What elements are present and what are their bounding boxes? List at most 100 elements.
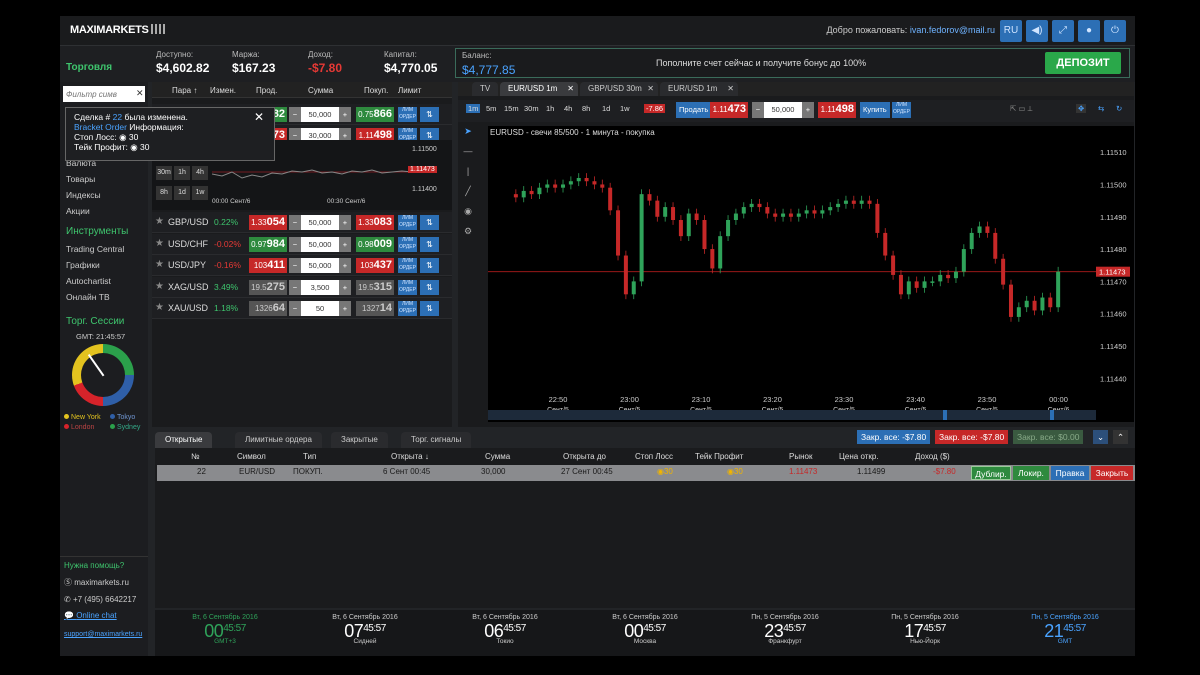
pos-stop-loss[interactable]: ◉30 xyxy=(657,467,673,476)
buy-price-button[interactable]: 1.33083 xyxy=(356,215,394,230)
mini-tf-1w[interactable]: 1w xyxy=(192,186,208,200)
online-chat-link[interactable]: 💬 Online chat xyxy=(64,611,117,620)
close-notification-icon[interactable]: ✕ xyxy=(254,110,264,124)
favorite-star-icon[interactable]: ★ xyxy=(155,238,164,249)
support-email-link[interactable]: support@maximarkets.ru xyxy=(64,631,142,638)
close-all-zero-button[interactable]: Закр. все: $0.00 xyxy=(1013,430,1084,444)
tf-30m[interactable]: 30m xyxy=(524,104,539,113)
mini-tf-8h[interactable]: 8h xyxy=(156,186,172,200)
tab-open-positions[interactable]: Открытые xyxy=(155,432,213,448)
col-stop-loss[interactable]: Стоп Лосс xyxy=(635,452,673,461)
mini-tf-30m[interactable]: 30m xyxy=(156,166,172,180)
limit-order-button[interactable]: ЛИМ ОРДЕР xyxy=(398,301,417,316)
mini-tf-1h[interactable]: 1h xyxy=(174,166,190,180)
buy-price-button[interactable]: 103437 xyxy=(356,258,394,273)
limit-order-button[interactable]: ЛИМ ОРДЕР xyxy=(398,258,417,273)
fullscreen-icon[interactable]: ⤢ xyxy=(1052,20,1074,42)
sidebar-item-charts[interactable]: Графики xyxy=(66,260,100,270)
buy-price-button[interactable]: 0.98009 xyxy=(356,236,394,252)
mini-tf-4h[interactable]: 4h xyxy=(192,166,208,180)
limit-order-button[interactable]: ЛИМ ОРДЕР xyxy=(398,236,417,252)
alert-icon[interactable]: ⇅ xyxy=(420,107,439,122)
amount-stepper[interactable]: −50,000 + xyxy=(289,258,351,273)
limit-order-button[interactable]: ЛИМ ОРДЕР xyxy=(398,107,417,122)
alert-icon[interactable]: ⇅ xyxy=(420,279,439,295)
amount-stepper[interactable]: −50,000 + xyxy=(289,107,351,122)
sound-icon[interactable]: ◀) xyxy=(1026,20,1048,42)
navigator-left-handle[interactable] xyxy=(943,410,947,420)
horizontal-line-icon[interactable]: — xyxy=(462,146,474,158)
sell-price-button[interactable]: 103411 xyxy=(249,258,287,273)
chart-buy-price-button[interactable]: 1.11498 xyxy=(818,102,856,118)
amount-stepper[interactable]: −50,000 + xyxy=(289,215,351,230)
alert-icon[interactable]: ⇅ xyxy=(420,215,439,230)
col-limit[interactable]: Лимит xyxy=(398,86,421,95)
tab-tv[interactable]: TV xyxy=(472,82,499,96)
quote-row[interactable]: ★ XAU/USD 1.18% 132664−50 + 132714 ЛИМ ОРДЕР ⇅ xyxy=(152,298,452,319)
language-button[interactable]: RU xyxy=(1000,20,1022,42)
sidebar-item-stocks[interactable]: Акции xyxy=(66,206,90,216)
refresh-icon[interactable]: ↻ xyxy=(1116,104,1122,113)
candlestick-chart[interactable]: EURUSD - свечи 85/500 - 1 минута - покуп… xyxy=(488,126,1134,422)
crosshair-icon[interactable]: ✥ xyxy=(1076,104,1087,113)
col-profit[interactable]: Доход ($) xyxy=(915,452,950,461)
tab-gbpusd-30m[interactable]: GBP/USD 30m ✕ xyxy=(580,82,658,96)
amount-stepper[interactable]: −50 + xyxy=(289,301,351,316)
sell-price-button[interactable]: 19.5275 xyxy=(249,279,287,295)
tf-1m[interactable]: 1m xyxy=(466,104,481,113)
col-market[interactable]: Рынок xyxy=(789,452,812,461)
chart-navigator[interactable] xyxy=(488,410,1096,420)
tf-1w[interactable]: 1w xyxy=(620,104,630,113)
sidebar-item-commodities[interactable]: Товары xyxy=(66,174,95,184)
clear-filter-icon[interactable]: ✕ xyxy=(136,88,144,99)
buy-price-button[interactable]: 0.75866 xyxy=(356,107,394,122)
favorite-star-icon[interactable]: ★ xyxy=(155,259,164,270)
sell-price-button[interactable]: 132664 xyxy=(249,301,287,316)
trend-line-icon[interactable]: ╱ xyxy=(462,186,474,198)
col-sell[interactable]: Прод. xyxy=(256,86,277,95)
user-email[interactable]: ivan.fedorov@mail.ru xyxy=(910,25,995,35)
close-all-sell-button[interactable]: Закр. все: -$7.80 xyxy=(935,430,1009,444)
col-until[interactable]: Открыта до xyxy=(563,452,606,461)
alert-icon[interactable]: ⇅ xyxy=(420,301,439,316)
deposit-button[interactable]: ДЕПОЗИТ xyxy=(1045,52,1121,74)
quote-row[interactable]: ★ GBP/USD 0.22% 1.33054−50,000 + 1.33083 ЛИМ О… xyxy=(152,212,452,233)
col-pair[interactable]: Пара ↑ xyxy=(172,86,197,95)
limit-order-button[interactable]: ЛИМ ОРДЕР xyxy=(398,215,417,230)
col-buy[interactable]: Покуп. xyxy=(364,86,388,95)
sell-price-button[interactable]: 0.97984 xyxy=(249,236,287,252)
expand-icon[interactable]: ⌃ xyxy=(1113,430,1129,444)
col-open-price[interactable]: Цена откр. xyxy=(839,452,879,461)
chart-buy-label-button[interactable]: Купить xyxy=(860,102,890,118)
tab-eurusd-1m-2[interactable]: EUR/USD 1m ✕ xyxy=(660,82,738,96)
tf-1d[interactable]: 1d xyxy=(602,104,610,113)
chart-tools-icon[interactable]: ⇱ ▭ ⟂ xyxy=(1010,104,1033,114)
eye-icon[interactable]: ◉ xyxy=(462,206,474,218)
limit-order-button[interactable]: ЛИМ ОРДЕР xyxy=(398,279,417,295)
quote-row[interactable]: ★ XAG/USD 3.49% 19.5275−3,500 + 19.5315 ЛИМ ОР… xyxy=(152,276,452,298)
sync-icon[interactable]: ⇆ xyxy=(1098,104,1104,113)
amount-stepper[interactable]: −50,000 + xyxy=(289,236,351,252)
col-change[interactable]: Измен. xyxy=(210,86,236,95)
skype-link[interactable]: Ⓢ maximarkets.ru xyxy=(64,577,129,588)
col-type[interactable]: Тип xyxy=(303,452,316,461)
edit-button[interactable]: Правка xyxy=(1051,466,1089,480)
tf-4h[interactable]: 4h xyxy=(564,104,572,113)
tab-signals[interactable]: Торг. сигналы xyxy=(401,432,472,448)
favorite-star-icon[interactable]: ★ xyxy=(155,281,164,292)
sidebar-item-trading-central[interactable]: Trading Central xyxy=(66,244,124,254)
col-amount[interactable]: Сумма xyxy=(485,452,510,461)
sidebar-item-autochartist[interactable]: Autochartist xyxy=(66,276,111,286)
collapse-icon[interactable]: ⌄ xyxy=(1093,430,1109,444)
alert-icon[interactable]: ⇅ xyxy=(420,258,439,273)
tab-closed[interactable]: Закрытые xyxy=(331,432,388,448)
duplicate-button[interactable]: Дублир. xyxy=(971,466,1011,480)
tf-5m[interactable]: 5m xyxy=(486,104,496,113)
tf-15m[interactable]: 15m xyxy=(504,104,519,113)
tab-eurusd-1m[interactable]: EUR/USD 1m ✕ xyxy=(500,82,578,96)
mini-tf-1d[interactable]: 1d xyxy=(174,186,190,200)
tf-8h[interactable]: 8h xyxy=(582,104,590,113)
col-opened[interactable]: Открыта ↓ xyxy=(391,452,429,461)
settings-gear-icon[interactable]: ⚙ xyxy=(462,226,474,238)
col-take-profit[interactable]: Тейк Профит xyxy=(695,452,743,461)
